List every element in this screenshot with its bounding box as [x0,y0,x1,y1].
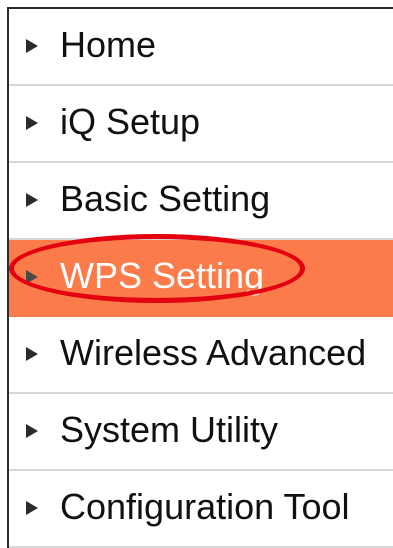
caret-right-icon [26,116,38,130]
menu-item-configuration-tool[interactable]: Configuration Tool [9,471,393,548]
menu-item-home[interactable]: Home [9,9,393,86]
menu-item-label: Home [60,24,157,65]
caret-right-icon [26,270,38,284]
menu-item-wireless-advanced[interactable]: Wireless Advanced [9,317,393,394]
caret-right-icon [26,39,38,53]
menu-item-label: Wireless Advanced [60,332,367,373]
menu-item-wps-setting[interactable]: WPS Setting [9,240,393,317]
menu-item-system-utility[interactable]: System Utility [9,394,393,471]
menu-item-basic-setting[interactable]: Basic Setting [9,163,393,240]
caret-right-icon [26,193,38,207]
caret-right-icon [26,424,38,438]
menu-item-label: iQ Setup [60,101,201,142]
caret-right-icon [26,501,38,515]
menu-item-label: Configuration Tool [60,486,350,527]
menu-item-iq-setup[interactable]: iQ Setup [9,86,393,163]
sidebar-menu: Home iQ Setup Basic Setting WPS Setting … [7,7,393,548]
menu-item-label: System Utility [60,409,279,450]
caret-right-icon [26,347,38,361]
menu-item-label: WPS Setting [60,255,265,296]
menu-item-label: Basic Setting [60,178,271,219]
